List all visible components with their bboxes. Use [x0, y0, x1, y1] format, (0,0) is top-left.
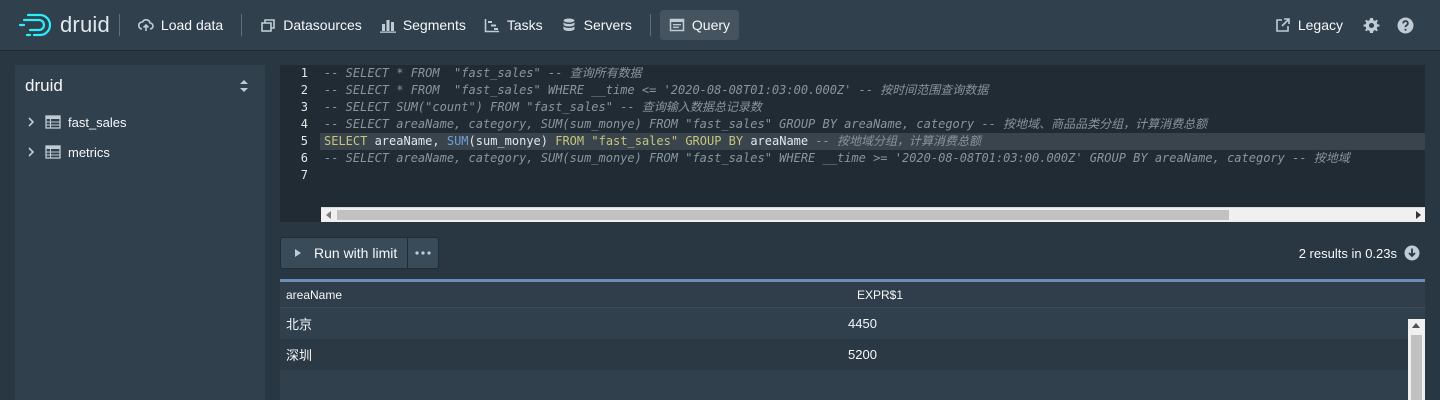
code-line[interactable]: -- SELECT * FROM "fast_sales" WHERE __ti…	[320, 82, 1425, 99]
sql-text: areaName,	[367, 134, 447, 148]
sql-keyword: FROM	[555, 134, 585, 148]
nav-label: Segments	[402, 17, 466, 33]
code-line[interactable]: -- SELECT SUM("count") FROM "fast_sales"…	[320, 99, 1425, 116]
line-number: 6	[300, 151, 308, 165]
sql-keyword: SELECT	[324, 134, 368, 148]
scrollbar-thumb[interactable]	[337, 210, 1229, 220]
query-results-table: areaName EXPR$1 北京 4450 深圳 5200	[280, 279, 1425, 400]
cog-icon[interactable]	[1356, 10, 1386, 40]
code-line[interactable]: -- SELECT areaName, category, SUM(sum_mo…	[320, 150, 1425, 167]
code-lines[interactable]: -- SELECT * FROM "fast_sales" -- 查询所有数据 …	[320, 65, 1425, 207]
line-number: 1	[300, 66, 308, 80]
application-icon	[669, 17, 685, 33]
sql-string: "fast_sales"	[591, 134, 679, 148]
nav-divider	[649, 14, 651, 36]
query-results-info: 2 results in 0.23s	[1299, 237, 1420, 269]
line-number: 7	[300, 168, 308, 182]
column-tree-sidebar: druid fast_sales metrics	[15, 65, 265, 400]
code-line[interactable]	[320, 167, 1425, 184]
line-number: 2	[300, 83, 308, 97]
multi-select-icon	[260, 17, 276, 33]
th-icon	[45, 115, 61, 129]
caret-right-icon	[295, 249, 301, 257]
stacked-chart-icon	[379, 17, 396, 33]
sql-text: areaName	[743, 134, 816, 148]
nav-load-data[interactable]: Load data	[129, 10, 232, 40]
druid-logo[interactable]: druid	[18, 0, 110, 50]
code-line-active[interactable]: SELECT areaName, SUM(sum_monye) FROM "fa…	[320, 133, 1425, 150]
run-label: Run with limit	[314, 245, 398, 261]
nav-label: Tasks	[506, 17, 543, 33]
schema-selector[interactable]: druid	[15, 65, 265, 107]
cloud-upload-icon	[137, 17, 154, 33]
tree-item-label: metrics	[68, 144, 110, 160]
scroll-up-icon[interactable]	[1412, 323, 1420, 328]
nav-right: Legacy	[1266, 0, 1420, 50]
run-button-group: Run with limit	[280, 237, 440, 269]
table-cell: 4450	[848, 316, 877, 331]
share-icon	[1275, 17, 1291, 33]
nav-tasks[interactable]: Tasks	[475, 10, 552, 40]
table-row: 北京 4450	[280, 308, 1425, 339]
column-header[interactable]: areaName	[280, 288, 840, 307]
column-header[interactable]: EXPR$1	[840, 288, 1140, 307]
table-cell: 北京	[286, 317, 313, 332]
table-cell: 5200	[848, 347, 877, 362]
results-summary: 2 results in 0.23s	[1298, 245, 1397, 261]
legacy-label: Legacy	[1297, 17, 1343, 33]
sql-comment: -- 按地域分组，计算消费总额	[815, 134, 982, 148]
tree-item-metrics[interactable]: metrics	[15, 137, 265, 167]
chevron-right-icon	[25, 116, 37, 128]
nav-divider	[241, 14, 243, 36]
top-navbar: druid Load data Datasources Segments Tas…	[0, 0, 1440, 50]
code-line[interactable]: -- SELECT areaName, category, SUM(sum_mo…	[320, 116, 1425, 133]
nav-divider	[118, 14, 120, 36]
schema-title: druid	[25, 76, 63, 95]
logo-text: druid	[60, 12, 110, 37]
line-number-gutter: 1 2 3 4 5 6 7	[280, 65, 320, 207]
sql-editor[interactable]: 1 2 3 4 5 6 7 -- SELECT * FROM "fast_sal…	[280, 65, 1425, 222]
nav-datasources[interactable]: Datasources	[251, 10, 371, 40]
line-number: 4	[300, 117, 308, 131]
table-header: areaName EXPR$1	[280, 282, 1425, 308]
table-vertical-scrollbar[interactable]	[1408, 319, 1425, 400]
nav-servers[interactable]: Servers	[552, 10, 641, 40]
th-icon	[45, 145, 61, 159]
druid-logo-icon	[18, 13, 52, 37]
table-cell: 深圳	[286, 348, 313, 363]
tree-item-fast-sales[interactable]: fast_sales	[15, 107, 265, 137]
table-empty-area	[280, 370, 1425, 400]
database-icon	[561, 17, 577, 33]
nav-label: Servers	[583, 17, 632, 33]
nav-query[interactable]: Query	[659, 10, 740, 40]
help-icon[interactable]	[1390, 10, 1420, 40]
more-options-button[interactable]	[408, 237, 440, 269]
nav-label: Datasources	[283, 17, 362, 33]
run-with-limit-button[interactable]: Run with limit	[280, 237, 409, 269]
nav-label: Load data	[160, 17, 224, 33]
sql-keyword: GROUP BY	[685, 134, 744, 148]
code-line[interactable]: -- SELECT * FROM "fast_sales" -- 查询所有数据	[320, 65, 1425, 82]
gantt-chart-icon	[484, 17, 500, 33]
sql-function: SUM	[446, 134, 469, 148]
scroll-left-icon[interactable]	[326, 211, 331, 219]
nav-segments[interactable]: Segments	[371, 10, 475, 40]
legacy-link[interactable]: Legacy	[1266, 10, 1352, 40]
sql-text: (sum_monye)	[468, 134, 556, 148]
chevron-right-icon	[25, 146, 37, 158]
more-icon	[415, 251, 431, 255]
download-icon[interactable]	[1404, 245, 1420, 261]
scrollbar-thumb[interactable]	[1411, 335, 1422, 400]
editor-horizontal-scrollbar[interactable]	[321, 207, 1425, 222]
line-number: 5	[300, 134, 308, 148]
tree-item-label: fast_sales	[68, 114, 127, 130]
scroll-right-icon[interactable]	[1416, 211, 1421, 219]
nav-label: Query	[691, 17, 731, 33]
line-number: 3	[300, 100, 308, 114]
table-row: 深圳 5200	[280, 339, 1425, 370]
double-caret-vertical-icon	[240, 80, 248, 92]
